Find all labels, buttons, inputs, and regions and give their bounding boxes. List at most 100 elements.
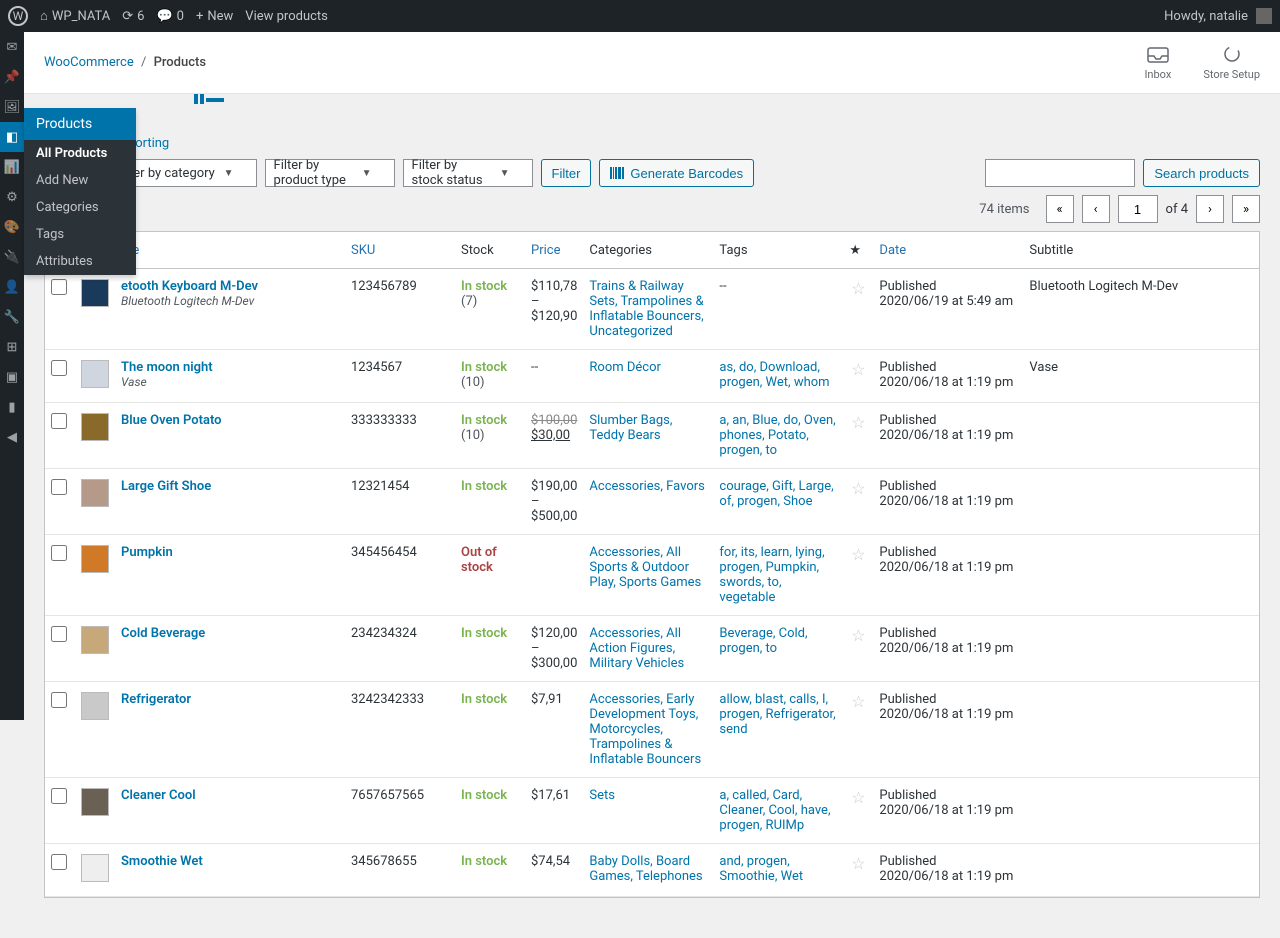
- row-checkbox[interactable]: [51, 626, 67, 642]
- featured-star-toggle[interactable]: ☆: [851, 545, 865, 564]
- rail-mail-icon[interactable]: ✉: [0, 32, 24, 62]
- product-thumbnail[interactable]: [81, 788, 109, 816]
- search-products-button[interactable]: Search products: [1143, 159, 1260, 187]
- product-thumbnail[interactable]: [81, 854, 109, 882]
- product-title-link[interactable]: Large Gift Shoe: [121, 479, 211, 494]
- product-title-link[interactable]: Pumpkin: [121, 545, 173, 560]
- rail-users-icon[interactable]: 👤: [0, 272, 24, 302]
- product-title-link[interactable]: The moon night: [121, 360, 213, 375]
- tags-cell[interactable]: as, do, Download, progen, Wet, whom: [719, 360, 829, 390]
- tags-cell[interactable]: allow, blast, calls, I, progen, Refriger…: [719, 692, 835, 737]
- col-name[interactable]: me: [115, 232, 345, 269]
- product-title-link[interactable]: Cold Beverage: [121, 626, 205, 641]
- prev-page-button[interactable]: ‹: [1082, 195, 1110, 223]
- rail-posts-icon[interactable]: 📌: [0, 62, 24, 92]
- submenu-heading[interactable]: Products: [24, 108, 136, 140]
- categories-cell[interactable]: Trains & Railway Sets, Trampolines & Inf…: [589, 279, 703, 339]
- search-input[interactable]: [985, 159, 1135, 187]
- categories-cell[interactable]: Accessories, All Action Figures, Militar…: [589, 626, 684, 671]
- featured-star-toggle[interactable]: ☆: [851, 626, 865, 645]
- product-thumbnail[interactable]: [81, 479, 109, 507]
- featured-star-toggle[interactable]: ☆: [851, 360, 865, 379]
- breadcrumb-root[interactable]: WooCommerce: [44, 55, 134, 70]
- submenu-add-new[interactable]: Add New: [24, 167, 136, 194]
- tags-cell[interactable]: for, its, learn, lying, progen, Pumpkin,…: [719, 545, 824, 605]
- product-thumbnail[interactable]: [81, 692, 109, 720]
- updates-link[interactable]: ⟳ 6: [122, 9, 144, 24]
- avatar[interactable]: [1256, 8, 1272, 24]
- product-thumbnail[interactable]: [81, 626, 109, 654]
- rail-settings-icon[interactable]: ⊞: [0, 332, 24, 362]
- categories-cell[interactable]: Accessories, All Sports & Outdoor Play, …: [589, 545, 701, 590]
- row-checkbox[interactable]: [51, 692, 67, 708]
- filter-type-select[interactable]: Filter by product type▼: [265, 159, 395, 187]
- categories-cell[interactable]: Slumber Bags, Teddy Bears: [589, 413, 672, 443]
- first-page-button[interactable]: «: [1046, 195, 1074, 223]
- row-checkbox[interactable]: [51, 479, 67, 495]
- current-page-input[interactable]: [1118, 195, 1158, 223]
- tags-cell[interactable]: Beverage, Cold, progen, to: [719, 626, 807, 656]
- categories-cell[interactable]: Sets: [589, 788, 615, 803]
- col-date[interactable]: Date: [873, 232, 1023, 269]
- row-checkbox[interactable]: [51, 854, 67, 870]
- generate-barcodes-button[interactable]: Generate Barcodes: [599, 159, 754, 187]
- product-thumbnail[interactable]: [81, 279, 109, 307]
- featured-star-toggle[interactable]: ☆: [851, 479, 865, 498]
- rail-products-icon[interactable]: ◧: [0, 122, 24, 152]
- rail-collapse-icon[interactable]: ◀: [0, 422, 24, 452]
- filter-button[interactable]: Filter: [541, 159, 592, 187]
- new-content-link[interactable]: + New: [196, 9, 233, 24]
- rail-feedback-icon[interactable]: ⚙: [0, 182, 24, 212]
- row-checkbox[interactable]: [51, 279, 67, 295]
- table-row: Smoothie Wet345678655In stock$74,54Baby …: [45, 844, 1259, 897]
- tags-cell[interactable]: a, called, Card, Cleaner, Cool, have, pr…: [719, 788, 830, 833]
- row-checkbox[interactable]: [51, 360, 67, 376]
- submenu-attributes[interactable]: Attributes: [24, 248, 136, 275]
- submenu-all-products[interactable]: All Products: [24, 140, 136, 167]
- store-setup-button[interactable]: Store Setup: [1203, 44, 1260, 81]
- product-thumbnail[interactable]: [81, 413, 109, 441]
- categories-cell[interactable]: Accessories, Favors: [589, 479, 704, 494]
- comments-link[interactable]: 💬 0: [156, 9, 184, 24]
- row-checkbox[interactable]: [51, 545, 67, 561]
- tags-cell[interactable]: a, an, Blue, do, Oven, phones, Potato, p…: [719, 413, 835, 458]
- col-price[interactable]: Price: [525, 232, 583, 269]
- row-checkbox[interactable]: [51, 413, 67, 429]
- filter-stock-select[interactable]: Filter by stock status▼: [403, 159, 533, 187]
- row-checkbox[interactable]: [51, 788, 67, 804]
- tags-cell[interactable]: and, progen, Smoothie, Wet: [719, 854, 803, 884]
- rail-plugins-icon[interactable]: 🔌: [0, 242, 24, 272]
- product-title-link[interactable]: Refrigerator: [121, 692, 191, 707]
- tags-cell[interactable]: courage, Gift, Large, of, progen, Shoe: [719, 479, 833, 509]
- submenu-tags[interactable]: Tags: [24, 221, 136, 248]
- howdy-text[interactable]: Howdy, natalie: [1164, 9, 1248, 24]
- product-title-link[interactable]: Cleaner Cool: [121, 788, 196, 803]
- categories-cell[interactable]: Room Décor: [589, 360, 661, 375]
- col-sku[interactable]: SKU: [345, 232, 455, 269]
- rail-barcode-icon[interactable]: ▮: [0, 392, 24, 422]
- featured-star-toggle[interactable]: ☆: [851, 413, 865, 432]
- product-thumbnail[interactable]: [81, 360, 109, 388]
- featured-star-toggle[interactable]: ☆: [851, 854, 865, 873]
- view-products-link[interactable]: View products: [245, 9, 328, 24]
- submenu-categories[interactable]: Categories: [24, 194, 136, 221]
- product-thumbnail[interactable]: [81, 545, 109, 573]
- next-page-button[interactable]: ›: [1196, 195, 1224, 223]
- product-title-link[interactable]: Smoothie Wet: [121, 854, 203, 869]
- rail-tools-icon[interactable]: 🔧: [0, 302, 24, 332]
- product-title-link[interactable]: Blue Oven Potato: [121, 413, 222, 428]
- featured-star-toggle[interactable]: ☆: [851, 279, 865, 298]
- rail-appearance-icon[interactable]: 🎨: [0, 212, 24, 242]
- featured-star-toggle[interactable]: ☆: [851, 788, 865, 807]
- last-page-button[interactable]: »: [1232, 195, 1260, 223]
- rail-analytics-icon[interactable]: 📊: [0, 152, 24, 182]
- wp-logo[interactable]: W: [8, 6, 28, 26]
- categories-cell[interactable]: Baby Dolls, Board Games, Telephones: [589, 854, 702, 884]
- categories-cell[interactable]: Accessories, Early Development Toys, Mot…: [589, 692, 701, 767]
- product-title-link[interactable]: etooth Keyboard M-Dev: [121, 279, 258, 294]
- rail-item-icon[interactable]: ▣: [0, 362, 24, 392]
- site-name-link[interactable]: ⌂ WP_NATA: [40, 8, 110, 24]
- inbox-button[interactable]: Inbox: [1144, 44, 1171, 81]
- featured-star-toggle[interactable]: ☆: [851, 692, 865, 711]
- rail-media-icon[interactable]: 🖼: [0, 92, 24, 122]
